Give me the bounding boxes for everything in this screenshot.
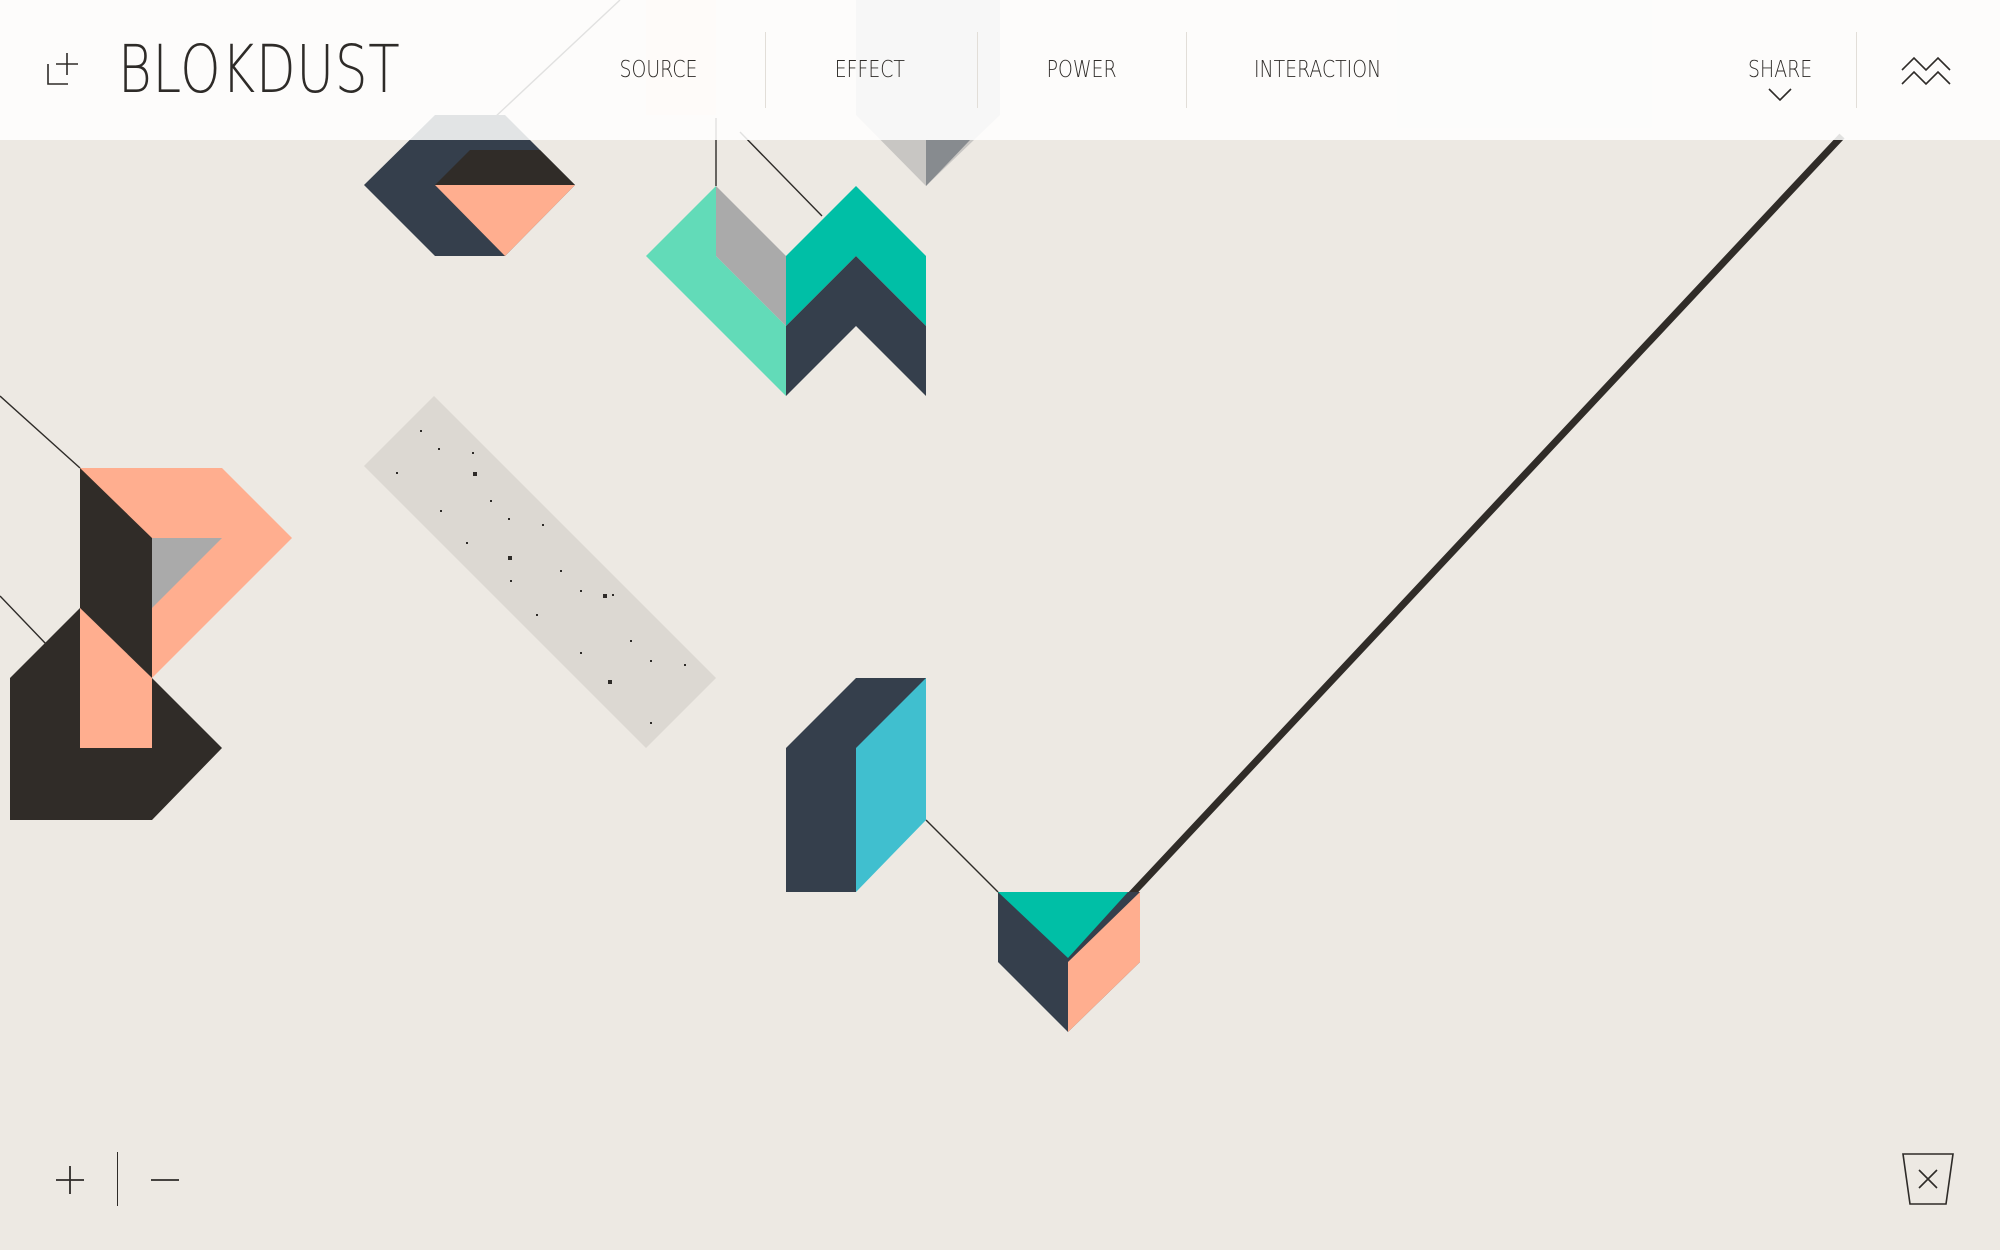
tab-effect-label: EFFECT — [834, 57, 906, 83]
trash-bin-icon[interactable] — [1900, 1150, 1956, 1208]
connection-line — [739, 131, 823, 217]
app-title: BLOKDUST — [118, 31, 401, 108]
tab-power-label: POWER — [1047, 57, 1117, 83]
tab-interaction-label: INTERACTION — [1254, 57, 1382, 83]
tab-source[interactable]: SOURCE — [600, 52, 716, 88]
block-canvas[interactable] — [0, 0, 2000, 1250]
chevron-block[interactable] — [646, 186, 926, 396]
zigzag-menu-icon[interactable] — [1900, 50, 1952, 92]
tab-interaction[interactable]: INTERACTION — [1230, 52, 1406, 88]
top-menu-bar: BLOKDUST SOURCE EFFECT POWER INTERACTION… — [0, 0, 2000, 140]
particle-emitter-block[interactable] — [364, 396, 716, 748]
power-source-block[interactable] — [998, 892, 1140, 1032]
connection-line — [0, 395, 81, 469]
connection-line — [0, 595, 47, 645]
power-connection-line — [1065, 133, 1845, 965]
blokdust-workspace: BLOKDUST SOURCE EFFECT POWER INTERACTION… — [0, 0, 2000, 1250]
tab-effect[interactable]: EFFECT — [810, 52, 930, 88]
add-block-icon[interactable] — [40, 50, 80, 90]
sampler-block[interactable] — [10, 468, 292, 820]
nav-divider — [1856, 32, 1857, 108]
nav-divider — [765, 32, 766, 108]
share-button[interactable]: SHARE — [1720, 52, 1840, 102]
share-label: SHARE — [1747, 57, 1813, 83]
connection-line — [925, 819, 999, 893]
chevron-down-icon — [1768, 88, 1792, 102]
zoom-divider — [117, 1152, 118, 1206]
plus-icon[interactable] — [50, 1160, 90, 1200]
tab-power[interactable]: POWER — [1022, 52, 1142, 88]
tab-source-label: SOURCE — [619, 57, 697, 83]
minus-icon[interactable] — [145, 1160, 185, 1200]
oscillator-block[interactable] — [786, 678, 926, 892]
nav-divider — [1186, 32, 1187, 108]
nav-divider — [977, 32, 978, 108]
